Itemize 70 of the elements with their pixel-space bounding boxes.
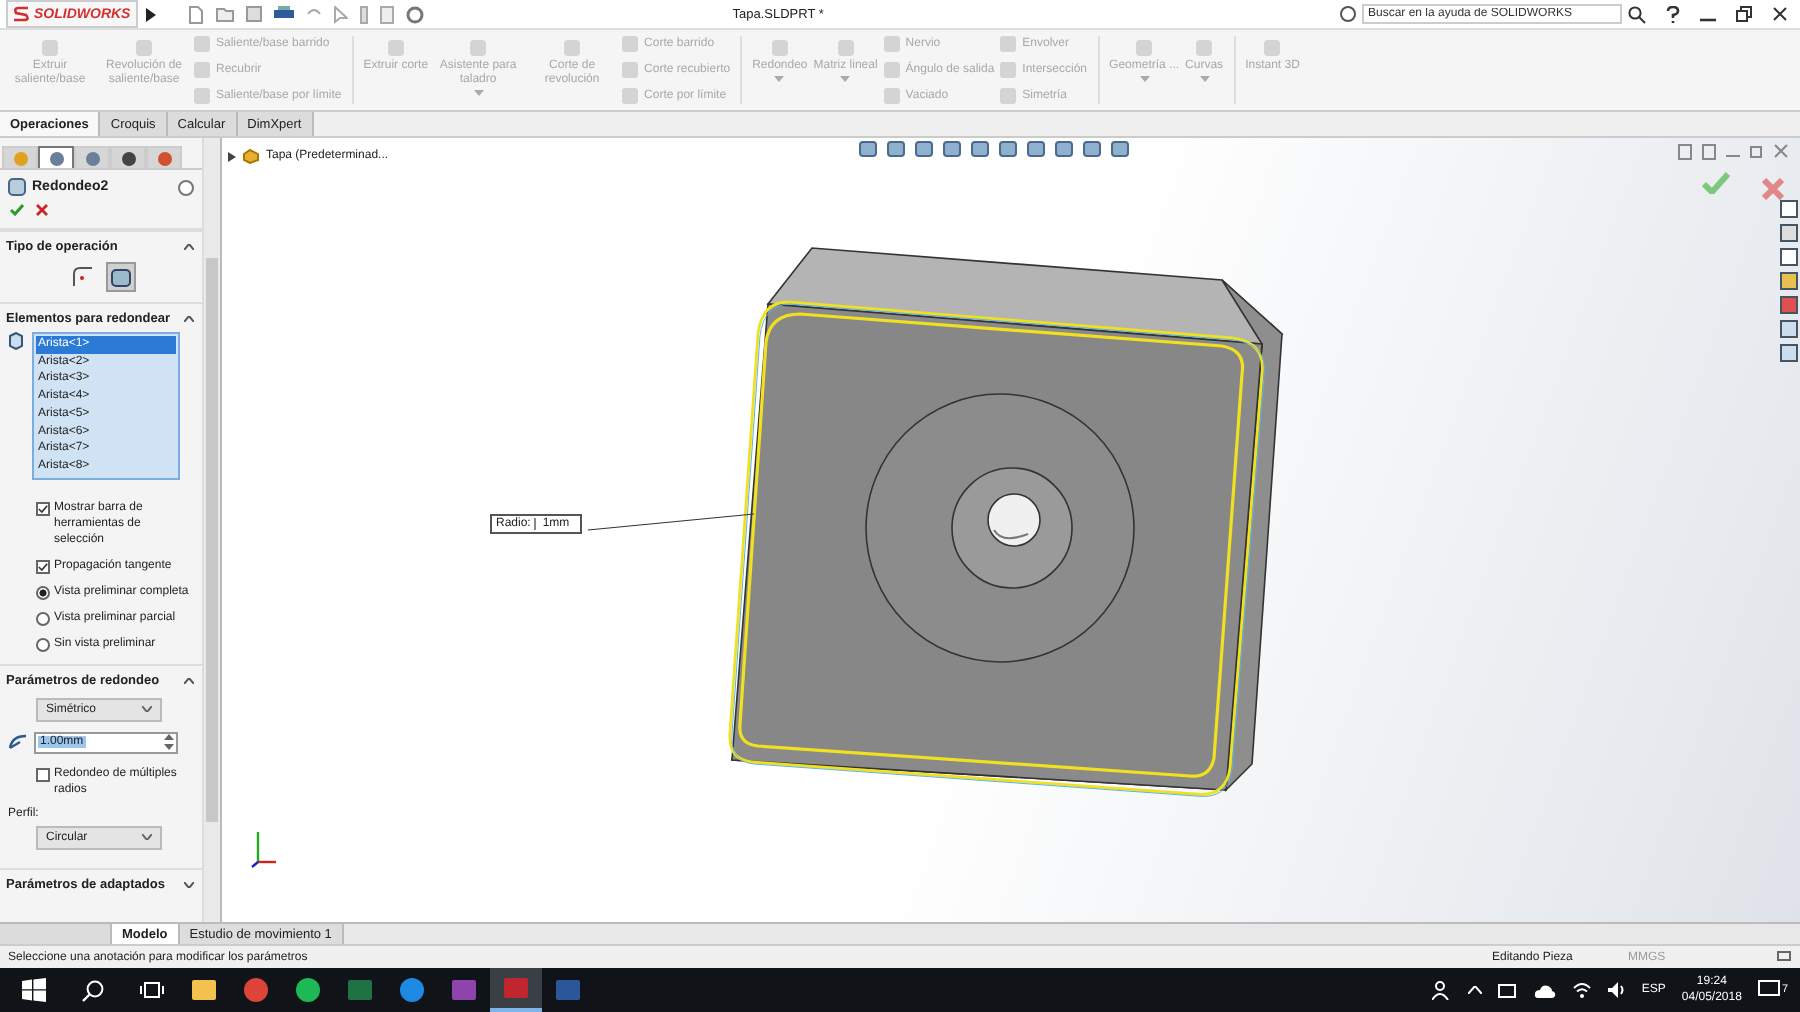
wifi-icon[interactable] [1571, 982, 1592, 998]
web-icon [400, 978, 424, 1002]
app-icon [504, 976, 528, 1000]
task-view-icon[interactable] [140, 980, 164, 1000]
battery-icon[interactable] [1497, 983, 1518, 997]
part-3d-drawing[interactable] [728, 247, 1284, 797]
cancel-x-icon[interactable] [36, 204, 48, 216]
ok-check-icon[interactable] [10, 204, 24, 216]
start-icon[interactable] [22, 978, 46, 1002]
scrollbar[interactable] [202, 138, 220, 922]
checkbox[interactable] [36, 767, 50, 782]
feature-icon [40, 38, 60, 58]
tile-icon[interactable] [1702, 144, 1716, 160]
spreadsheet-icon [348, 978, 372, 1002]
expand-arrow-icon[interactable] [228, 151, 236, 161]
new-document-icon[interactable] [188, 5, 205, 23]
fillet-feature-icon [8, 178, 26, 196]
radio-button[interactable] [36, 585, 50, 600]
feature-icon [134, 38, 154, 58]
status-icon[interactable] [1776, 950, 1792, 964]
people-icon[interactable] [1431, 980, 1452, 1000]
panel-tab[interactable] [38, 146, 74, 168]
document-icon [556, 978, 580, 1002]
caret-up-icon[interactable] [1467, 986, 1482, 994]
panel-tab[interactable] [110, 146, 146, 168]
feature-icon [562, 38, 583, 58]
checkbox[interactable] [36, 501, 50, 516]
radio-button[interactable] [36, 611, 50, 626]
face-fillet-icon [109, 266, 131, 288]
circle-app-icon [296, 978, 320, 1002]
feature-icon [1194, 38, 1215, 58]
feature-icon [1134, 38, 1155, 58]
speaker-icon[interactable] [1607, 982, 1626, 998]
search-icon[interactable] [1628, 5, 1646, 23]
check-icon [38, 503, 48, 514]
expand-icon[interactable] [184, 881, 194, 888]
collapse-icon[interactable] [184, 677, 194, 684]
check-icon [38, 561, 48, 572]
edge-fillet-icon [71, 266, 93, 288]
feature-icon [1262, 38, 1283, 58]
radius-icon [8, 734, 28, 751]
notification-icon [1757, 980, 1780, 1000]
feature-icon [385, 38, 406, 58]
taskbar-app-slot[interactable] [490, 968, 542, 1012]
print-icon[interactable] [274, 6, 295, 22]
edge-selection-icon [8, 332, 24, 350]
feature-icon [835, 38, 856, 58]
circle-app-icon [244, 978, 268, 1002]
cloud-icon[interactable] [1533, 983, 1556, 997]
search-icon[interactable] [82, 979, 104, 1001]
part-icon [242, 148, 260, 164]
collapse-icon[interactable] [184, 244, 194, 250]
archive-icon [452, 978, 476, 1002]
spinner-arrows-icon[interactable] [164, 734, 174, 751]
feature-icon [468, 38, 489, 58]
operation-type-button[interactable] [105, 262, 135, 292]
checkbox[interactable] [36, 559, 50, 574]
operation-type-button[interactable] [67, 262, 97, 292]
radio-button[interactable] [36, 637, 50, 652]
ok-check-icon[interactable] [1702, 172, 1730, 194]
panel-tab[interactable] [146, 146, 182, 168]
save-icon[interactable] [246, 6, 263, 22]
close-icon[interactable] [1772, 6, 1788, 22]
collapse-icon[interactable] [184, 316, 194, 322]
restore-icon[interactable] [1736, 6, 1752, 22]
axis-triad-icon [250, 828, 278, 868]
panel-tab[interactable] [74, 146, 110, 168]
tile-icon[interactable] [1678, 144, 1692, 160]
feature-icon [769, 38, 790, 58]
caret-icon[interactable] [146, 7, 157, 21]
